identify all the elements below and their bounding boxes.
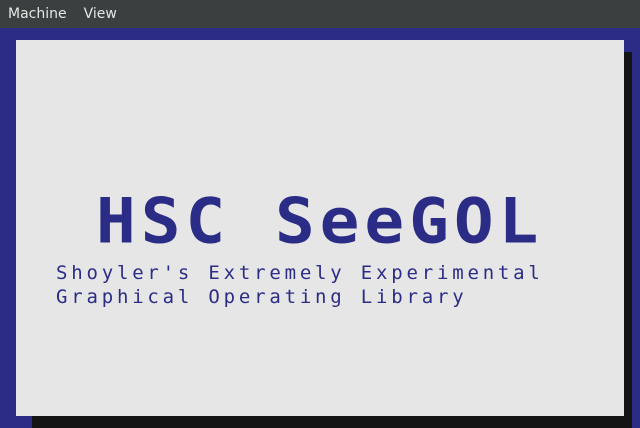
menu-view[interactable]: View: [76, 0, 125, 28]
menu-bar: Machine View: [0, 0, 640, 28]
screen-shadow-right: [624, 52, 632, 428]
boot-subtitle-line-2: Graphical Operating Library: [56, 286, 468, 308]
boot-title: HSC SeeGOL: [96, 184, 544, 258]
screen-shadow-bottom: [32, 416, 632, 428]
boot-subtitle-line-1: Shoyler's Extremely Experimental: [56, 262, 544, 284]
menu-machine[interactable]: Machine: [0, 0, 75, 28]
